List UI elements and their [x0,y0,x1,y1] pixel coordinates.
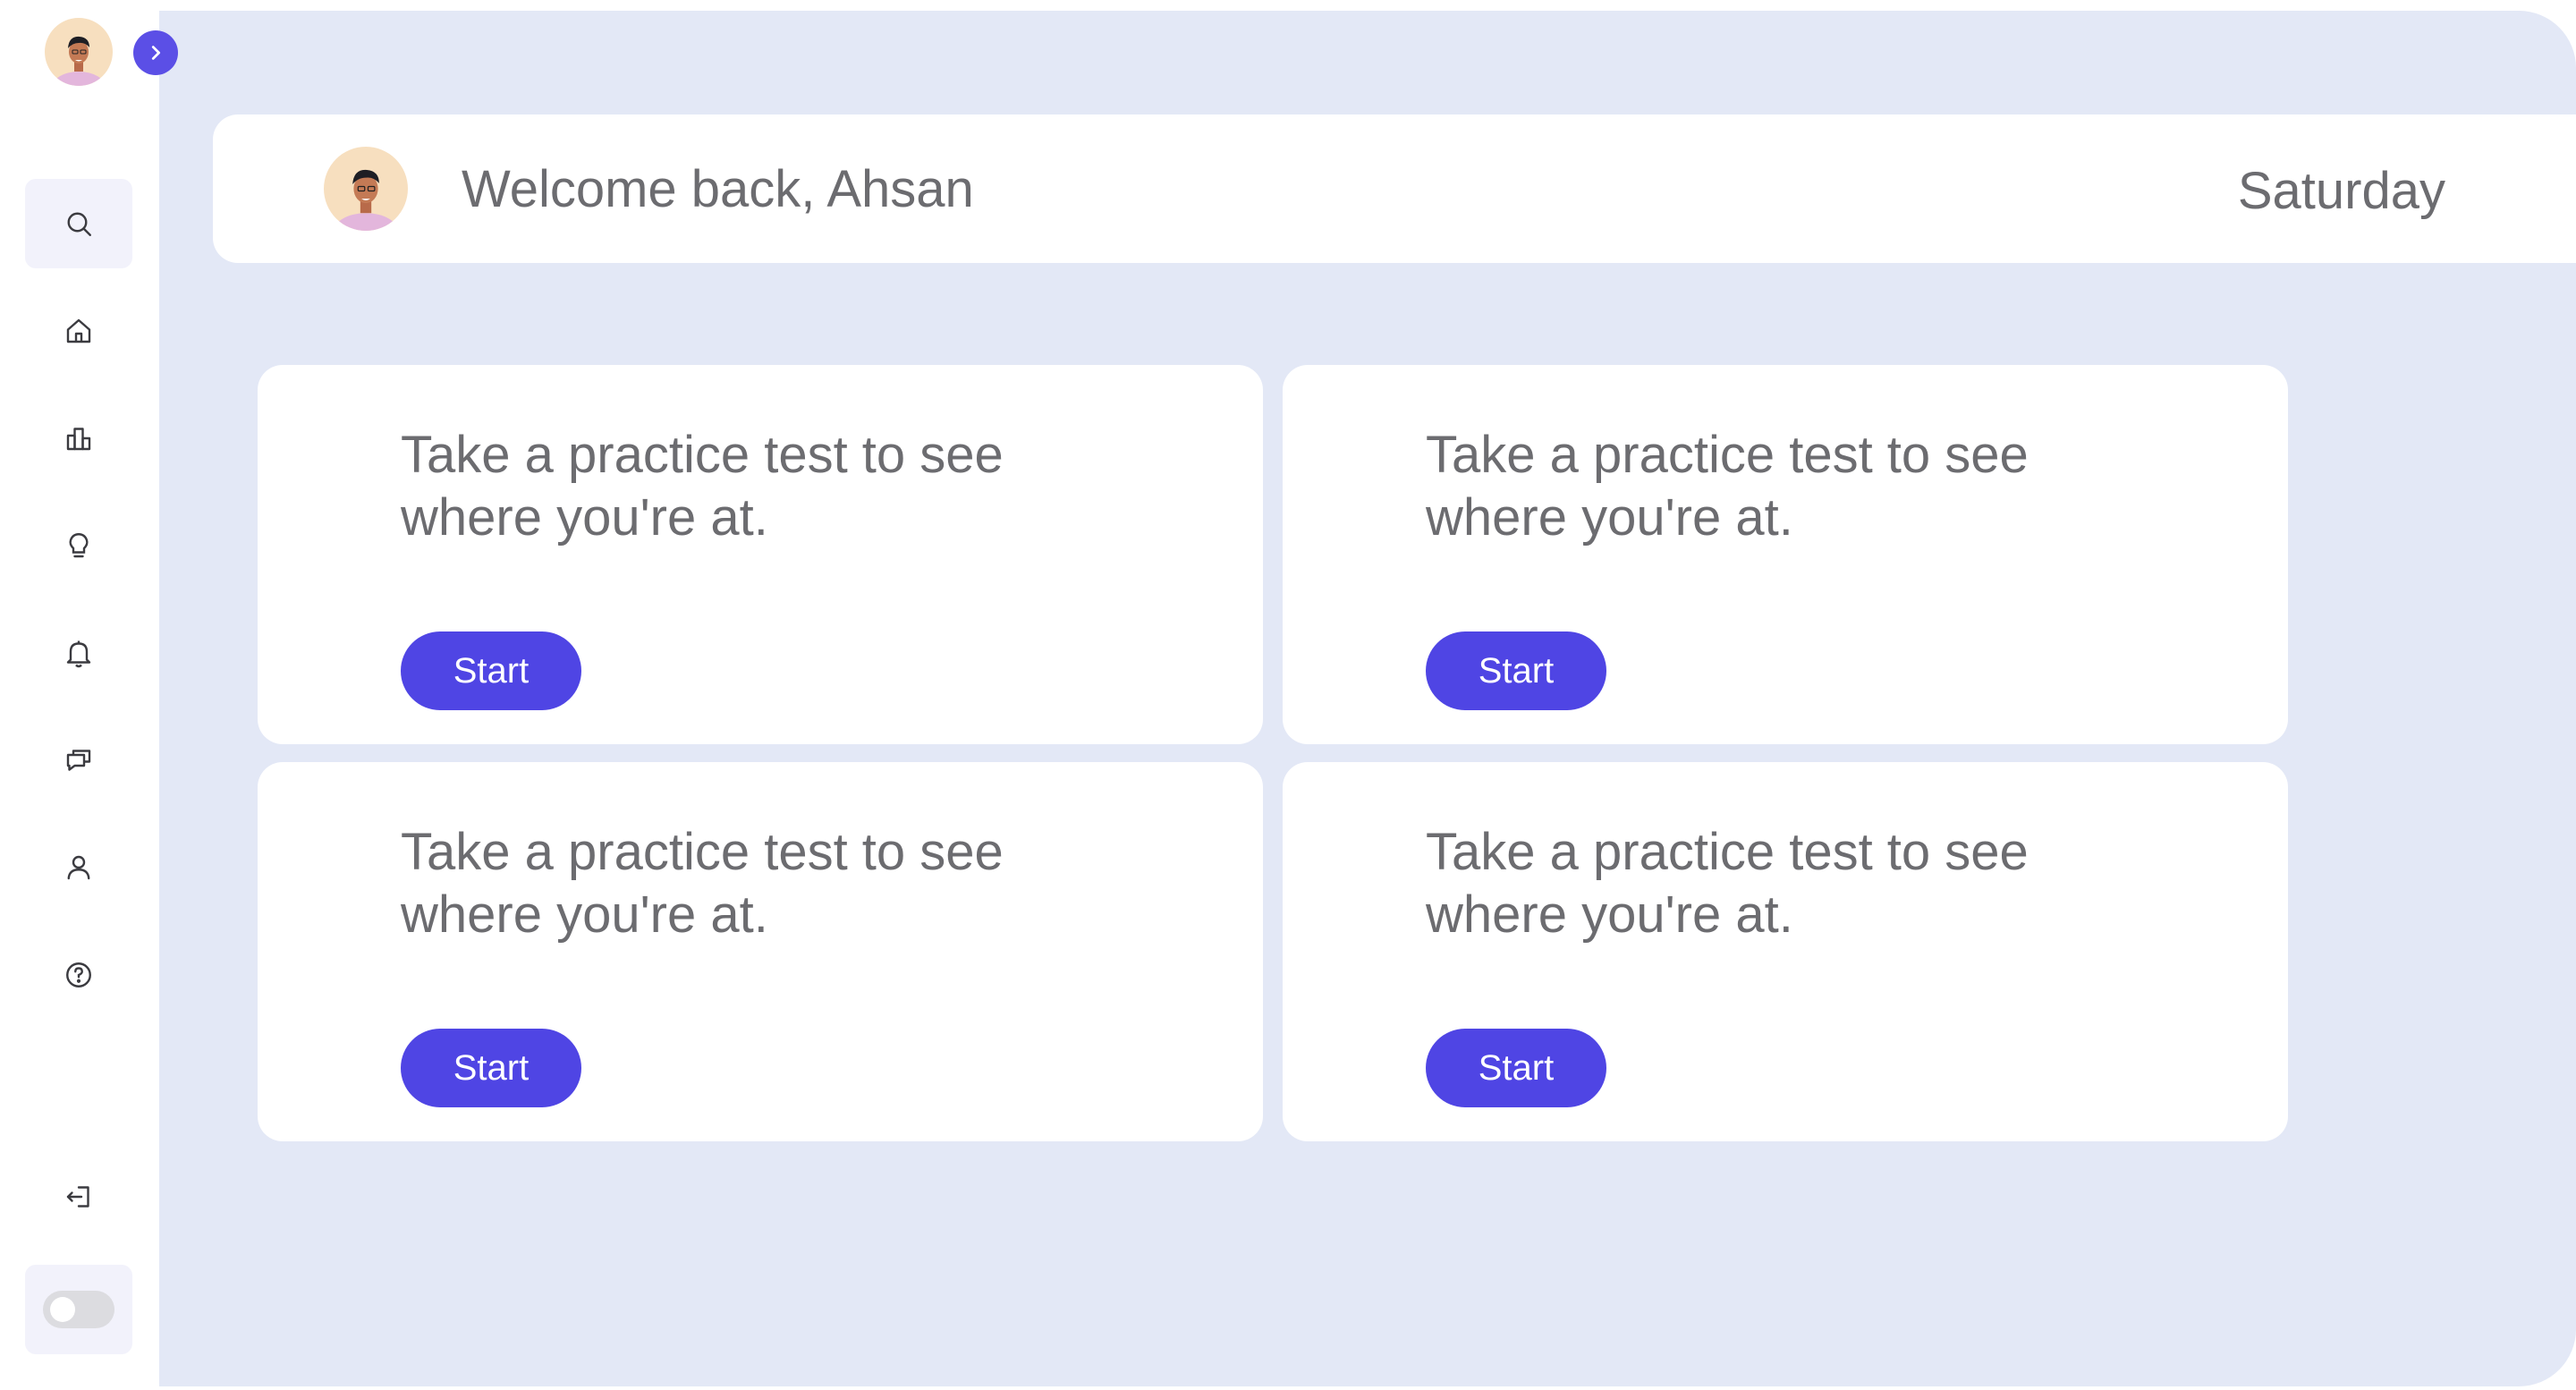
day-label: Saturday [2237,162,2445,220]
header-avatar[interactable] [324,147,408,231]
bar-chart-icon [66,428,91,451]
welcome-text: Welcome back, Ahsan [462,160,974,218]
start-button[interactable]: Start [1426,631,1606,710]
logout-icon [66,1186,89,1208]
practice-card: Take a practice test to see where you're… [258,365,1263,744]
main-content: Welcome back, Ahsan Saturday Take a prac… [159,11,2576,1386]
avatar[interactable] [45,18,113,86]
bell-icon [66,640,91,668]
start-button[interactable]: Start [401,631,581,710]
search-icon [67,212,91,236]
start-button[interactable]: Start [401,1029,581,1107]
nav-help[interactable] [25,930,132,1020]
chat-icon [66,750,91,771]
practice-card: Take a practice test to see where you're… [258,762,1263,1141]
help-icon [66,962,91,987]
user-icon [67,855,90,880]
nav-notifications[interactable] [25,608,132,698]
card-message: Take a practice test to see where you're… [1426,823,2029,944]
theme-toggle[interactable] [43,1291,114,1328]
theme-toggle-container [25,1265,132,1354]
nav-ideas[interactable] [25,501,132,590]
start-button[interactable]: Start [1426,1029,1606,1107]
welcome-header: Welcome back, Ahsan Saturday [213,114,2576,263]
practice-card: Take a practice test to see where you're… [1283,365,2288,744]
expand-sidebar-button[interactable] [133,30,178,75]
home-icon [66,318,91,343]
card-message: Take a practice test to see where you're… [1426,426,2029,547]
card-message: Take a practice test to see where you're… [401,426,1004,547]
nav-profile[interactable] [25,823,132,912]
nav-messages[interactable] [25,716,132,805]
nav-stats[interactable] [25,394,132,483]
card-message: Take a practice test to see where you're… [401,823,1004,944]
toggle-knob [50,1297,75,1322]
sidebar [0,0,178,1390]
lightbulb-icon [69,533,89,558]
nav-logout[interactable] [25,1152,132,1242]
nav-search[interactable] [25,179,132,268]
chevron-right-icon [151,46,161,60]
practice-card: Take a practice test to see where you're… [1283,762,2288,1141]
nav-home[interactable] [25,286,132,376]
